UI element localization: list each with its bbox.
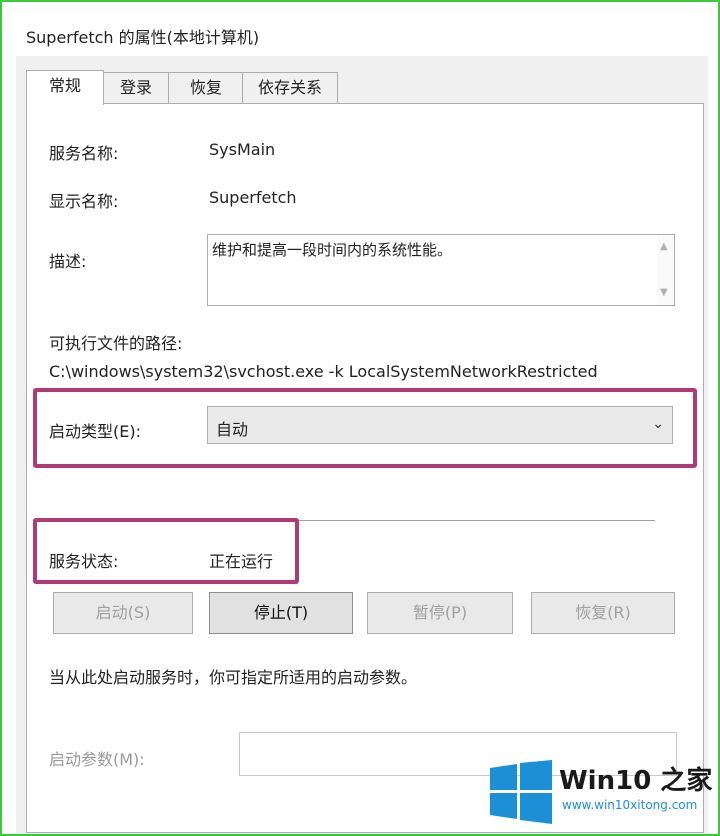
screenshot-frame: Superfetch 的属性(本地计算机) 常规 登录 恢复 依存关系 服务名称… [0, 0, 720, 836]
stop-button[interactable]: 停止(T) [209, 592, 353, 634]
path-label: 可执行文件的路径: [49, 334, 183, 353]
description-textbox[interactable]: 维护和提高一段时间内的系统性能。 ▲ ▼ [207, 234, 675, 306]
tab-general[interactable]: 常规 [26, 70, 104, 105]
description-text: 维护和提高一段时间内的系统性能。 [212, 241, 453, 259]
description-label: 描述: [49, 252, 87, 271]
windows-logo-icon [490, 760, 552, 824]
display-name-label: 显示名称: [49, 192, 119, 211]
scroll-up-icon[interactable]: ▲ [660, 241, 668, 252]
scroll-down-icon[interactable]: ▼ [660, 287, 668, 298]
param-label: 启动参数(M): [49, 750, 145, 769]
service-name-label: 服务名称: [49, 144, 119, 163]
startup-hint: 当从此处启动服务时，你可指定所适用的启动参数。 [49, 668, 418, 687]
tab-dependencies[interactable]: 依存关系 [242, 72, 338, 103]
pause-button[interactable]: 暂停(P) [367, 592, 513, 634]
start-button[interactable]: 启动(S) [53, 592, 193, 634]
watermark-url: www.win10xitong.com [562, 798, 698, 812]
status-highlight [33, 518, 299, 584]
path-value: C:\windows\system32\svchost.exe -k Local… [49, 362, 598, 381]
tab-logon[interactable]: 登录 [102, 72, 170, 103]
title-bar: Superfetch 的属性(本地计算机) [6, 6, 714, 56]
description-scrollbar[interactable]: ▲ ▼ [657, 235, 674, 305]
properties-dialog: 常规 登录 恢复 依存关系 服务名称: SysMain 显示名称: Superf… [16, 56, 708, 834]
service-name-value: SysMain [209, 140, 276, 159]
section-divider [263, 520, 655, 521]
resume-button[interactable]: 恢复(R) [531, 592, 675, 634]
startup-type-highlight [33, 388, 697, 468]
tab-recovery[interactable]: 恢复 [168, 72, 244, 103]
watermark-logo: Win10 之家 www.win10xitong.com [484, 752, 720, 836]
watermark-brand: Win10 之家 [559, 766, 713, 796]
display-name-value: Superfetch [209, 188, 297, 207]
general-panel: 服务名称: SysMain 显示名称: Superfetch 描述: 维护和提高… [26, 103, 704, 833]
window-title: Superfetch 的属性(本地计算机) [26, 28, 260, 47]
